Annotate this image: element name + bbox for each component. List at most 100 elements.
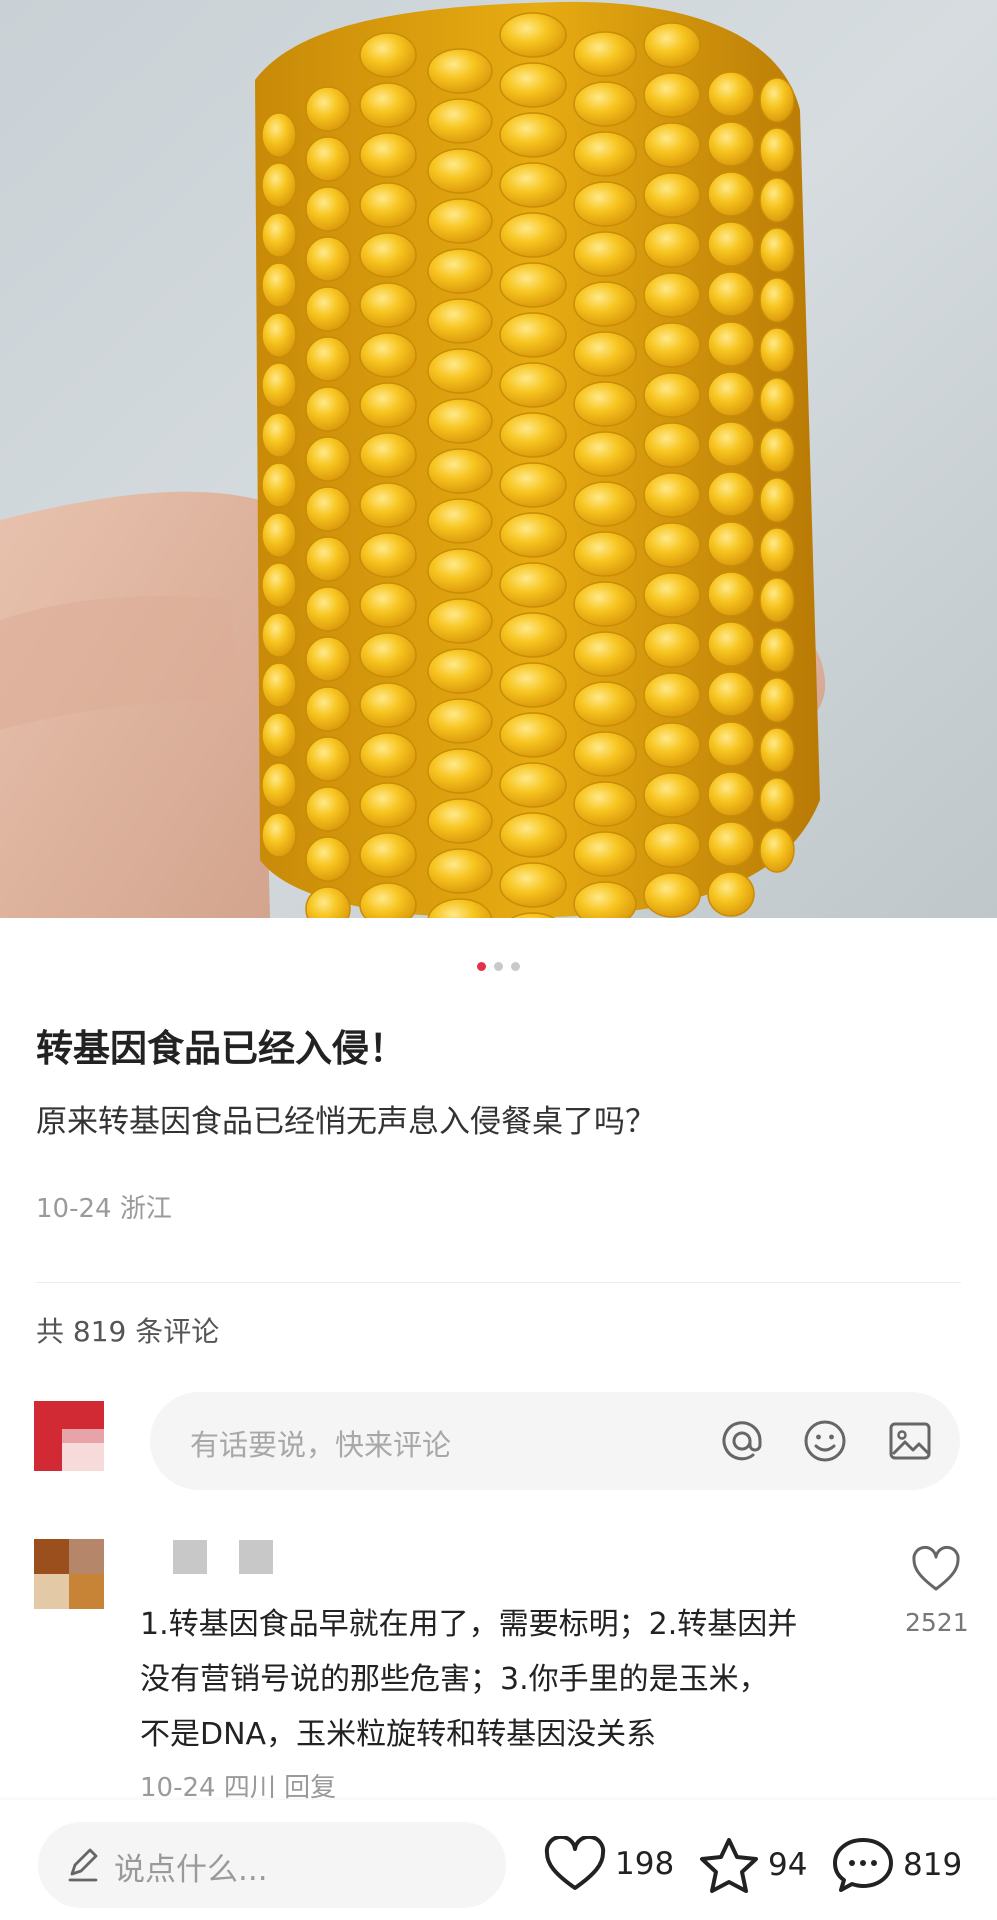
corn-kernel [643,422,701,468]
divider [36,1282,961,1283]
comment-location: 四川 [223,1773,276,1803]
like-button[interactable]: 198 [543,1836,674,1892]
corn-kernel [759,777,795,823]
corn-kernel [759,427,795,473]
corn-kernel [359,532,417,578]
corn-kernel [499,462,567,508]
commenter-avatar[interactable] [34,1539,104,1609]
comment-count: 共 819 条评论 [36,1315,220,1348]
corn-kernel [707,721,755,767]
corn-kernel [499,362,567,408]
corn-kernel [359,632,417,678]
corn-kernel [427,248,493,294]
corn-kernel [305,786,351,832]
corn-kernel [261,462,297,508]
say-something-input[interactable]: 说点什么... [38,1822,506,1908]
corn-kernel [359,832,417,878]
corn-kernel [573,631,637,677]
corn-photo [0,0,997,918]
corn-kernel [643,172,701,218]
corn-kernel [573,331,637,377]
corn-kernel [573,531,637,577]
corn-kernel [499,62,567,108]
corn-kernel [359,432,417,478]
corn-kernel [643,22,701,68]
corn-kernel [427,348,493,394]
corn-kernel [427,198,493,244]
corn-kernel [261,212,297,258]
corn-kernel [573,781,637,827]
corn-kernel [499,12,567,58]
post-title: 转基因食品已经入侵！ [36,1027,406,1070]
corn-kernel [261,612,297,658]
like-count: 198 [615,1846,675,1882]
corn-kernel [643,772,701,818]
corn-kernel [707,671,755,717]
carousel-dot[interactable] [494,962,503,971]
carousel-dot[interactable] [511,962,520,971]
corn-kernel [759,727,795,773]
image-icon[interactable] [885,1416,935,1466]
heart-icon [544,1836,606,1890]
corn-kernel [643,872,701,918]
star-icon [700,1838,758,1893]
corn-kernel [573,281,637,327]
corn-kernel [643,122,701,168]
carousel-dot-active[interactable] [477,962,486,971]
corn-kernel [261,712,297,758]
corn-kernel [359,32,417,78]
comment-bubble-icon [833,1838,893,1892]
corn-kernel [305,86,351,132]
comment-like-count: 2521 [905,1608,969,1637]
commenter-name-redacted[interactable] [173,1540,273,1574]
corn-kernel [499,262,567,308]
comment-heart-icon[interactable] [910,1545,962,1593]
comment-button[interactable]: 819 [831,1836,962,1894]
corn-kernel [573,231,637,277]
corn-kernel [707,871,755,917]
post-image[interactable] [0,0,997,918]
corn-kernel [499,612,567,658]
corn-kernel [305,436,351,482]
corn-kernel [573,31,637,77]
corn-kernel [359,382,417,428]
corn-kernel [427,798,493,844]
corn-kernel [707,371,755,417]
corn-kernel [261,662,297,708]
corn-kernel [707,821,755,867]
emoji-icon[interactable] [800,1416,850,1466]
corn-kernel [499,862,567,908]
corn-kernel [261,362,297,408]
corn-kernel [427,548,493,594]
corn-kernel [305,536,351,582]
corn-kernel [759,77,795,123]
corn-kernel [499,662,567,708]
corn-kernel [359,782,417,828]
corn-kernel [359,282,417,328]
carousel-indicator [0,962,997,971]
comment-input[interactable]: 有话要说，快来评论 [150,1392,960,1490]
corn-kernel [359,482,417,528]
corn-kernel [359,582,417,628]
corn-kernel [573,831,637,877]
bottom-bar: 说点什么... 198 94 819 [0,1800,997,1920]
corn-kernel [261,112,297,158]
comment-line: 不是DNA，玉米粒旋转和转基因没关系 [140,1717,657,1752]
corn-kernel [643,722,701,768]
corn-kernel [427,448,493,494]
comment-total-count: 819 [903,1847,963,1883]
favorite-button[interactable]: 94 [698,1836,807,1894]
corn-kernel [759,377,795,423]
corn-kernel [261,312,297,358]
corn-kernel [573,181,637,227]
post-meta: 10-24 浙江 [36,1188,172,1225]
corn-kernel [261,762,297,808]
corn-kernel [759,527,795,573]
avatar[interactable] [34,1401,104,1471]
at-icon[interactable] [717,1416,767,1466]
reply-link[interactable]: 回复 [284,1773,336,1803]
corn-kernel [759,477,795,523]
corn-kernel [707,71,755,117]
corn-kernel [261,512,297,558]
corn-kernel [573,681,637,727]
